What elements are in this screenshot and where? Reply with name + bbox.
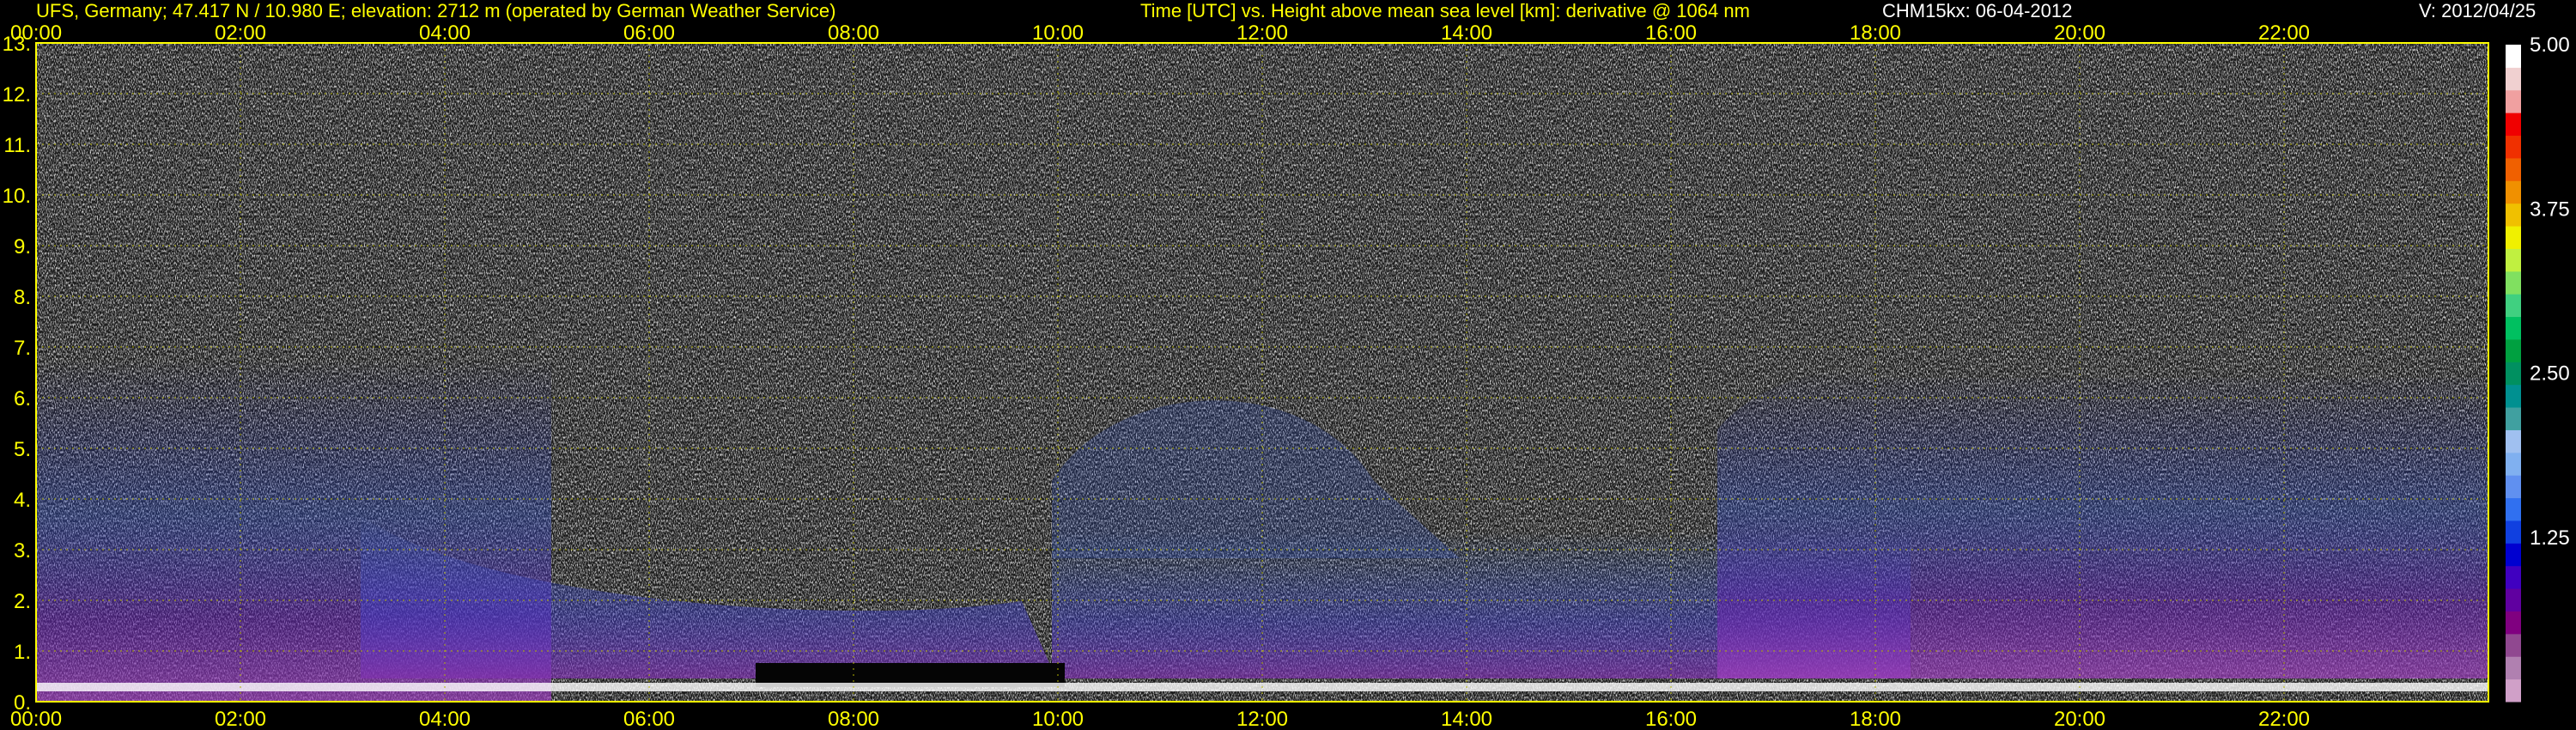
colorbar-swatch xyxy=(2506,294,2521,318)
colorbar-swatch xyxy=(2506,135,2521,159)
x-tick-label-bottom: 16:00 xyxy=(1645,708,1697,730)
colorbar-swatch xyxy=(2506,384,2521,408)
y-tick-label: 2. xyxy=(14,590,31,613)
colorbar-swatch xyxy=(2506,248,2521,272)
x-tick-label-top: 22:00 xyxy=(2258,21,2310,45)
x-tick-label-bottom: 10:00 xyxy=(1032,708,1084,730)
colorbar-swatch xyxy=(2506,543,2521,567)
colorbar-ticks: 1.25 2.50 3.75 5.00 xyxy=(2530,33,2570,550)
colorbar-swatch xyxy=(2506,271,2521,295)
y-tick-label: 12. xyxy=(3,83,31,106)
x-axis-top: 00:00 02:00 04:00 06:00 08:00 10:00 12:00 14:00… xyxy=(10,21,2310,45)
colorbar-swatch xyxy=(2506,678,2521,703)
x-axis-bottom: 00:00 02:00 04:00 06:00 08:00 10:00 12:00 14:00… xyxy=(10,708,2310,730)
x-tick-label-top: 10:00 xyxy=(1032,21,1084,45)
x-tick-label-top: 02:00 xyxy=(215,21,266,45)
x-tick-label-bottom: 02:00 xyxy=(215,708,266,730)
colorbar-swatch xyxy=(2506,203,2521,227)
y-tick-label: 7. xyxy=(14,337,31,360)
colorbar-swatch xyxy=(2506,429,2521,453)
colorbar-swatch xyxy=(2506,452,2521,476)
colorbar-swatch xyxy=(2506,520,2521,544)
x-tick-label-top: 16:00 xyxy=(1645,21,1697,45)
y-tick-label: 9. xyxy=(14,235,31,259)
x-tick-label-bottom: 18:00 xyxy=(1850,708,1901,730)
x-tick-label-bottom: 12:00 xyxy=(1236,708,1288,730)
x-tick-label-bottom: 04:00 xyxy=(419,708,471,730)
x-tick-label-top: 18:00 xyxy=(1850,21,1901,45)
x-tick-label-top: 12:00 xyxy=(1236,21,1288,45)
colorbar-swatch xyxy=(2506,157,2521,181)
colorbar-swatch xyxy=(2506,497,2521,521)
y-tick-label: 13. xyxy=(3,33,31,56)
colorbar-tick-label: 5.00 xyxy=(2530,33,2570,57)
ceilometer-plot: 00:00 02:00 04:00 06:00 08:00 10:00 12:00 14:00… xyxy=(3,21,2570,730)
x-tick-label-bottom: 14:00 xyxy=(1441,708,1492,730)
colorbar-swatch xyxy=(2506,588,2521,611)
colorbar-swatch xyxy=(2506,45,2521,68)
x-tick-label-bottom: 08:00 xyxy=(828,708,879,730)
x-tick-label-bottom: 06:00 xyxy=(623,708,675,730)
y-tick-label: 3. xyxy=(14,539,31,563)
y-tick-label: 10. xyxy=(3,185,31,208)
y-tick-label: 11. xyxy=(3,134,31,157)
colorbar-swatch xyxy=(2506,407,2521,430)
y-tick-label: 4. xyxy=(14,489,31,512)
colorbar-tick-label: 2.50 xyxy=(2530,362,2570,386)
aerosol-layer-evening xyxy=(1717,371,2488,678)
x-tick-label-top: 04:00 xyxy=(419,21,471,45)
colorbar-swatch xyxy=(2506,89,2521,113)
y-tick-label: 1. xyxy=(14,641,31,664)
colorbar-swatch xyxy=(2506,362,2521,386)
colorbar-swatch xyxy=(2506,67,2521,91)
x-tick-label-top: 14:00 xyxy=(1441,21,1492,45)
colorbar-swatch xyxy=(2506,611,2521,635)
y-tick-label: 5. xyxy=(14,438,31,461)
colorbar-swatch xyxy=(2506,565,2521,589)
colorbar-swatch xyxy=(2506,180,2521,204)
colorbar-swatch xyxy=(2506,656,2521,680)
y-axis: 0. 1. 2. 3. 4. 5. 6. 7. 8. 9. 10. 11. 12. 13. xyxy=(3,33,31,715)
y-tick-label: 8. xyxy=(14,286,31,309)
colorbar-swatch xyxy=(2506,226,2521,249)
colorbar-tick-label: 3.75 xyxy=(2530,198,2570,221)
colorbar xyxy=(2506,45,2521,703)
colorbar-tick-label: 1.25 xyxy=(2530,526,2570,550)
colorbar-swatch xyxy=(2506,475,2521,499)
y-tick-label: 6. xyxy=(14,387,31,411)
x-tick-label-top: 20:00 xyxy=(2054,21,2105,45)
x-tick-label-top: 08:00 xyxy=(828,21,879,45)
x-tick-label-top: 06:00 xyxy=(623,21,675,45)
colorbar-swatch xyxy=(2506,113,2521,137)
y-tick-label: 0. xyxy=(14,691,31,715)
colorbar-swatch xyxy=(2506,338,2521,362)
colorbar-swatch xyxy=(2506,633,2521,657)
x-tick-label-bottom: 22:00 xyxy=(2258,708,2310,730)
colorbar-swatch xyxy=(2506,316,2521,340)
x-tick-label-bottom: 20:00 xyxy=(2054,708,2105,730)
